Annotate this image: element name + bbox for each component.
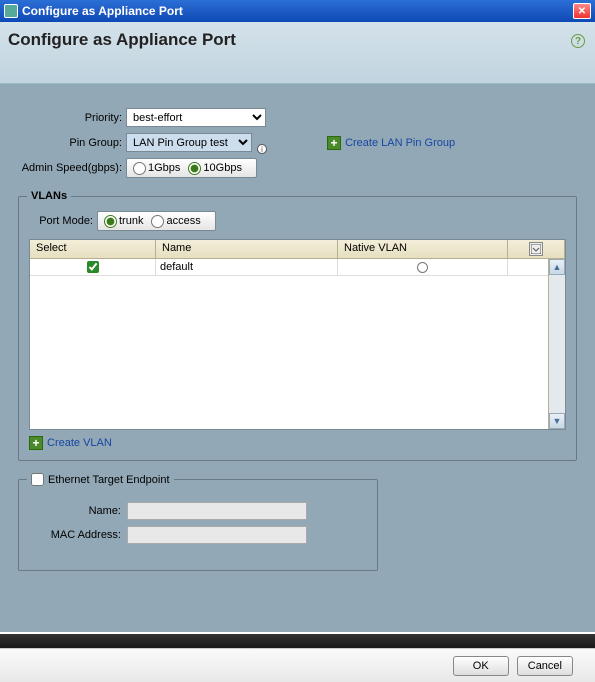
port-mode-trunk-radio[interactable]	[104, 215, 117, 228]
vlans-legend: VLANs	[27, 190, 71, 202]
ethernet-target-fieldset: Ethernet Target Endpoint Name: MAC Addre…	[18, 479, 378, 571]
port-mode-label: Port Mode:	[29, 215, 97, 227]
row-name-text: default	[160, 261, 193, 273]
scroll-down-icon[interactable]: ▼	[549, 413, 565, 429]
port-mode-row: Port Mode: trunk access	[29, 211, 566, 231]
eth-mac-input[interactable]	[127, 526, 307, 544]
row-native-radio[interactable]	[417, 262, 428, 273]
port-mode-access-option[interactable]: access	[151, 215, 200, 228]
create-lan-pin-group-plus-icon[interactable]: +	[327, 136, 341, 150]
scroll-up-icon[interactable]: ▲	[549, 259, 565, 275]
header-band: Configure as Appliance Port ?	[0, 22, 595, 84]
eth-mac-row: MAC Address:	[29, 526, 367, 544]
ok-button[interactable]: OK	[453, 656, 509, 676]
cancel-button[interactable]: Cancel	[517, 656, 573, 676]
table-row[interactable]: default	[30, 259, 548, 276]
page-title: Configure as Appliance Port	[8, 30, 587, 50]
eth-name-row: Name:	[29, 502, 367, 520]
vlans-fieldset: VLANs Port Mode: trunk access Select Nam…	[18, 196, 577, 461]
admin-speed-10gbps-option[interactable]: 10Gbps	[188, 162, 242, 175]
port-mode-trunk-option[interactable]: trunk	[104, 215, 143, 228]
help-icon[interactable]: ?	[571, 34, 585, 48]
priority-select[interactable]: best-effort	[126, 108, 266, 127]
row-select-checkbox[interactable]	[87, 261, 99, 273]
admin-speed-1gbps-option[interactable]: 1Gbps	[133, 162, 180, 175]
col-name[interactable]: Name	[156, 240, 338, 258]
admin-speed-radio-group: 1Gbps 10Gbps	[126, 158, 257, 178]
admin-speed-10gbps-radio[interactable]	[188, 162, 201, 175]
admin-speed-label: Admin Speed(gbps):	[18, 162, 126, 174]
port-mode-access-radio[interactable]	[151, 215, 164, 228]
vlan-table-body: default ▲ ▼	[30, 259, 565, 429]
ethernet-target-checkbox[interactable]	[31, 473, 44, 486]
vlan-table: Select Name Native VLAN defau	[29, 239, 566, 430]
footer-buttons: OK Cancel	[0, 648, 595, 682]
column-options-icon[interactable]	[529, 242, 543, 256]
port-mode-radio-group: trunk access	[97, 211, 216, 231]
create-vlan-plus-icon[interactable]: +	[29, 436, 43, 450]
vertical-scrollbar[interactable]: ▲ ▼	[548, 259, 565, 429]
footer-divider	[0, 634, 595, 648]
row-native-cell	[338, 259, 508, 275]
pin-group-label: Pin Group:	[18, 137, 126, 149]
priority-label: Priority:	[18, 112, 126, 124]
eth-mac-label: MAC Address:	[29, 529, 127, 541]
create-lan-pin-group-link[interactable]: Create LAN Pin Group	[345, 137, 455, 149]
create-vlan-row: + Create VLAN	[29, 436, 566, 450]
close-button[interactable]: ✕	[573, 3, 591, 19]
titlebar: Configure as Appliance Port ✕	[0, 0, 595, 22]
eth-name-label: Name:	[29, 505, 127, 517]
col-options	[508, 240, 565, 258]
app-icon	[4, 4, 18, 18]
create-vlan-link[interactable]: Create VLAN	[47, 437, 112, 449]
pin-group-row: Pin Group: LAN Pin Group test i + Create…	[18, 133, 577, 152]
col-native[interactable]: Native VLAN	[338, 240, 508, 258]
pin-group-select[interactable]: LAN Pin Group test	[126, 133, 252, 152]
footer: OK Cancel	[0, 634, 595, 682]
admin-speed-row: Admin Speed(gbps): 1Gbps 10Gbps	[18, 158, 577, 178]
col-select[interactable]: Select	[30, 240, 156, 258]
ethernet-target-legend-text: Ethernet Target Endpoint	[48, 474, 170, 486]
row-select-cell	[30, 259, 156, 275]
row-name-cell: default	[156, 259, 338, 275]
admin-speed-1gbps-radio[interactable]	[133, 162, 146, 175]
eth-name-input[interactable]	[127, 502, 307, 520]
body-area: Priority: best-effort Pin Group: LAN Pin…	[0, 84, 595, 632]
ethernet-target-legend: Ethernet Target Endpoint	[27, 473, 174, 486]
priority-row: Priority: best-effort	[18, 108, 577, 127]
info-icon[interactable]: i	[257, 144, 267, 154]
window-title: Configure as Appliance Port	[22, 4, 183, 18]
vlan-rows: default	[30, 259, 548, 429]
scroll-track[interactable]	[549, 275, 565, 413]
vlan-table-header: Select Name Native VLAN	[30, 240, 565, 259]
